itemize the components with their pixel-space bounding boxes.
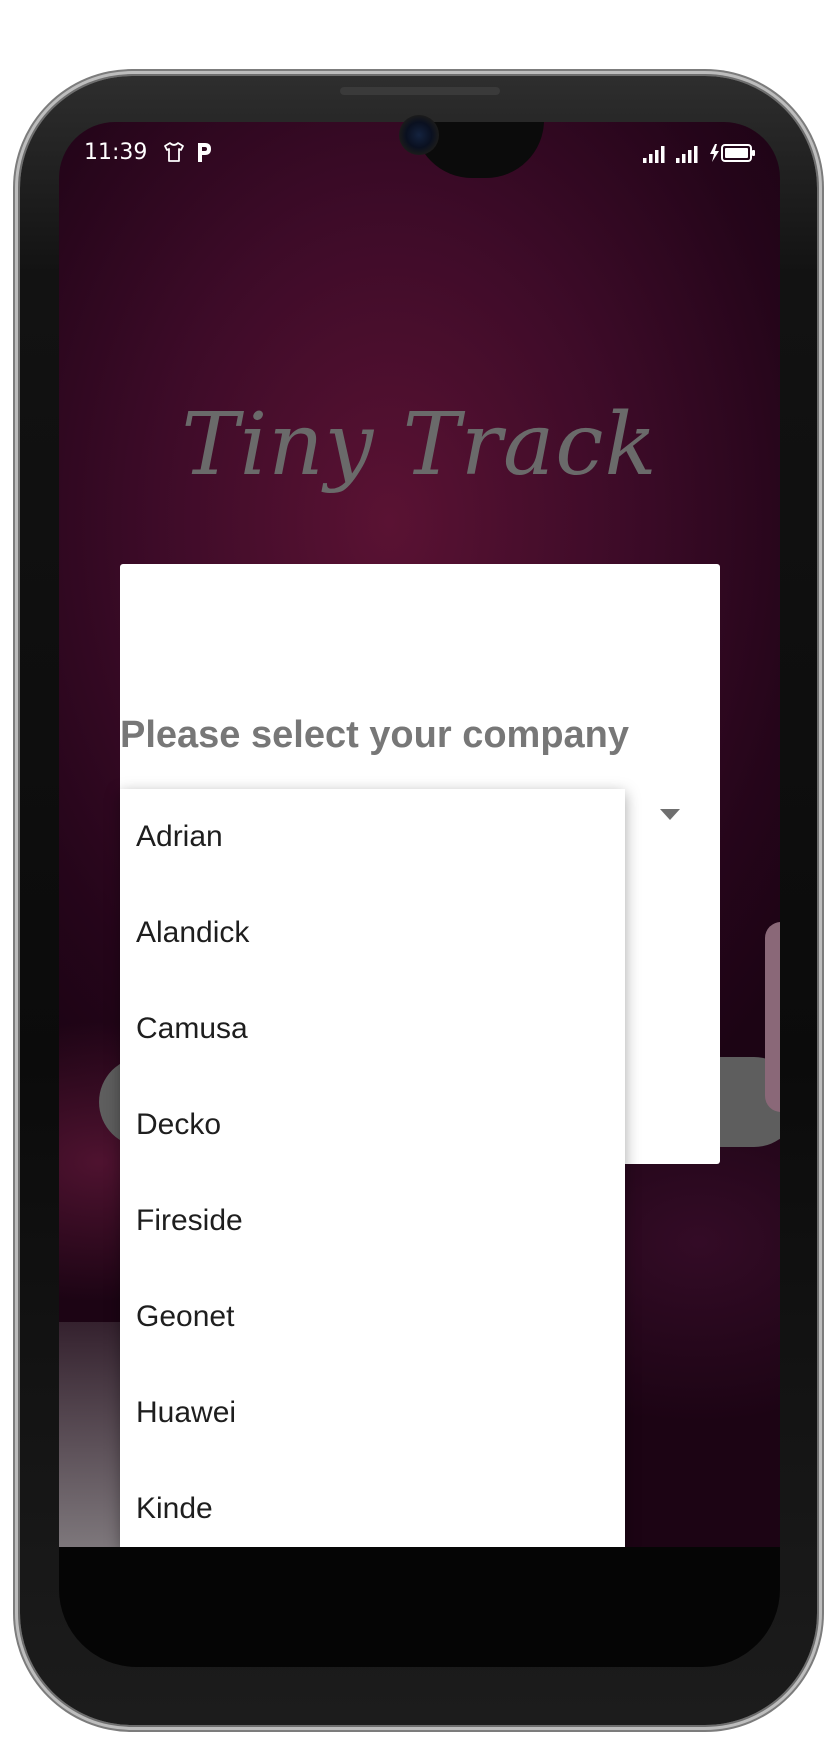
app-title: Tiny Track (181, 395, 658, 495)
side-tab[interactable] (765, 922, 780, 1112)
earpiece (340, 87, 500, 95)
company-dropdown-list[interactable]: Adrian Alandick Camusa Decko Fireside Ge… (120, 789, 625, 1547)
phone-chin (59, 1547, 780, 1667)
dropdown-item-decko[interactable]: Decko (120, 1077, 625, 1173)
p-icon (194, 141, 214, 167)
status-icons-right (642, 143, 756, 167)
shirt-icon (162, 141, 186, 167)
dropdown-arrow-icon[interactable] (660, 809, 680, 820)
dropdown-item-huawei[interactable]: Huawei (120, 1365, 625, 1461)
dropdown-item-geonet[interactable]: Geonet (120, 1269, 625, 1365)
status-time: 11:39 (84, 140, 148, 165)
signal-icon (642, 145, 668, 167)
screen: 11:39 Tiny Track Please select your comp… (59, 122, 780, 1547)
front-camera (399, 115, 439, 155)
company-select-prompt: Please select your company (120, 714, 630, 756)
dropdown-item-kinde[interactable]: Kinde (120, 1461, 625, 1547)
dropdown-item-adrian[interactable]: Adrian (120, 789, 625, 885)
dropdown-item-camusa[interactable]: Camusa (120, 981, 625, 1077)
volume-button[interactable] (818, 700, 823, 805)
dropdown-item-fireside[interactable]: Fireside (120, 1173, 625, 1269)
charging-battery-icon (708, 143, 756, 167)
status-icons-left (162, 141, 214, 167)
dropdown-item-alandick[interactable]: Alandick (120, 885, 625, 981)
background-glow (59, 1322, 129, 1547)
power-button[interactable] (818, 410, 823, 630)
signal-icon (675, 145, 701, 167)
